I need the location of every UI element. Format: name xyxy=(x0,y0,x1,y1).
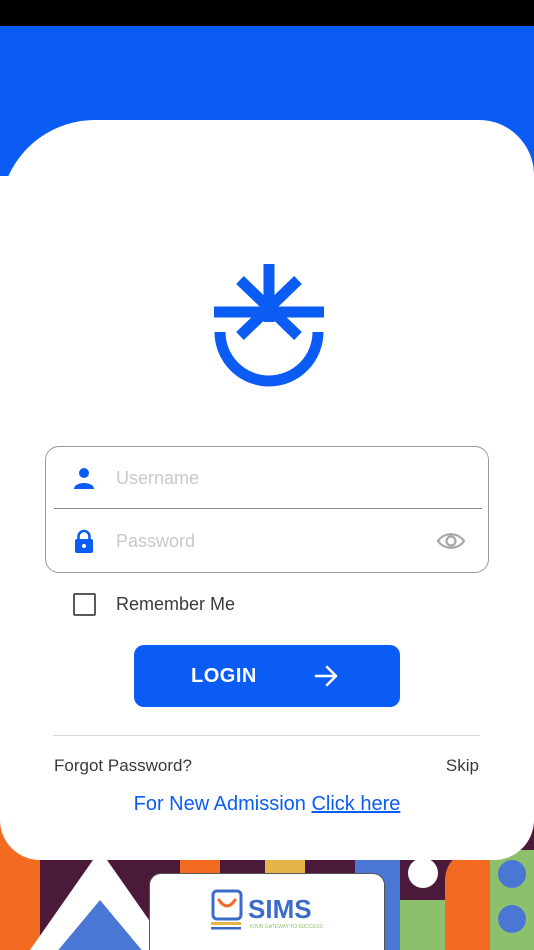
skip-link[interactable]: Skip xyxy=(446,756,479,776)
remember-me-toggle[interactable]: Remember Me xyxy=(73,592,235,616)
username-field-row xyxy=(54,447,482,509)
pattern-shape xyxy=(498,905,526,933)
pattern-shape xyxy=(408,858,438,888)
login-button[interactable]: LOGIN xyxy=(134,645,400,707)
divider xyxy=(53,735,480,736)
app-logo xyxy=(214,264,324,387)
arrow-right-icon xyxy=(314,665,338,687)
sims-logo-icon: SIMS YOUR GATEWAY TO SUCCESS xyxy=(211,889,323,930)
pattern-shape xyxy=(498,860,526,888)
forgot-password-link[interactable]: Forgot Password? xyxy=(54,756,192,776)
password-input[interactable] xyxy=(116,526,416,556)
pattern-shape xyxy=(445,850,495,950)
click-here-link[interactable]: Click here xyxy=(311,793,400,815)
sims-wordmark: SIMS xyxy=(248,894,312,924)
login-form xyxy=(45,446,489,573)
sims-tagline: YOUR GATEWAY TO SUCCESS xyxy=(249,924,323,930)
new-admission-text: For New Admission Click here xyxy=(0,793,534,816)
pattern-shape xyxy=(50,900,150,950)
user-icon xyxy=(74,468,94,489)
sims-logo-container: SIMS YOUR GATEWAY TO SUCCESS xyxy=(149,873,385,950)
pattern-shape xyxy=(400,900,450,950)
lock-icon xyxy=(75,529,93,553)
password-field-row xyxy=(54,510,482,572)
remember-me-label: Remember Me xyxy=(116,593,236,614)
eye-icon[interactable] xyxy=(436,528,466,554)
status-bar xyxy=(0,0,534,26)
remember-me-checkbox[interactable] xyxy=(73,592,96,616)
username-input[interactable] xyxy=(116,463,416,493)
login-button-label: LOGIN xyxy=(191,665,257,687)
new-admission-prefix: For New Admission xyxy=(133,793,312,815)
